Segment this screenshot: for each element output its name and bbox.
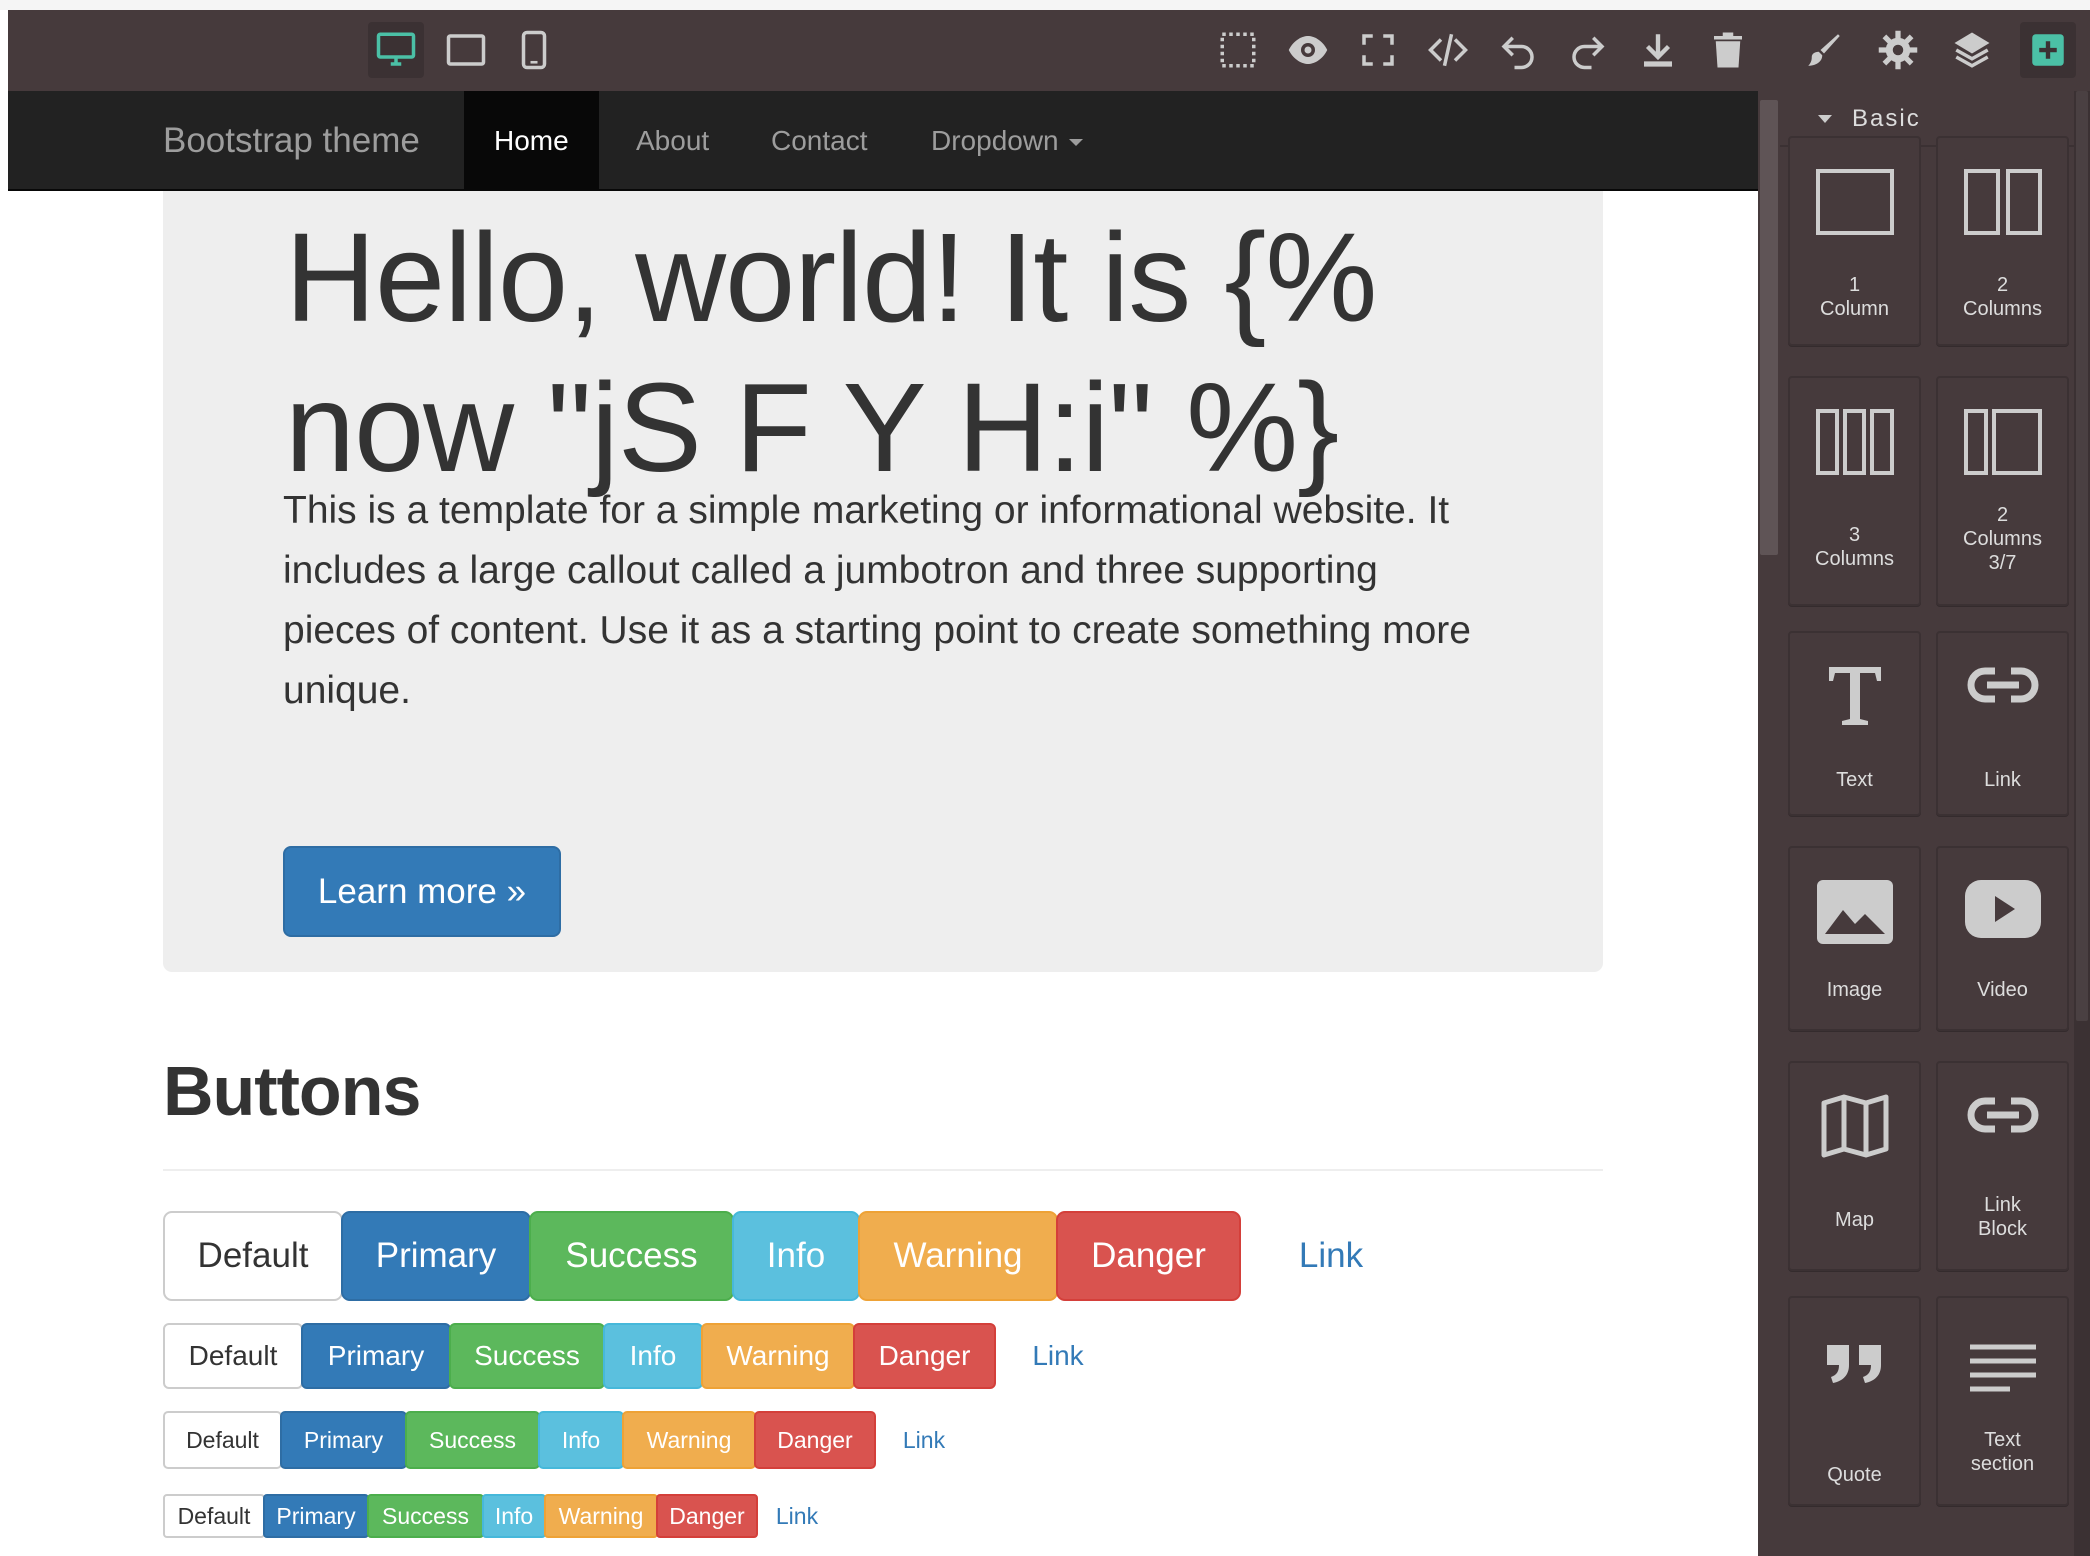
default-button[interactable]: Default (163, 1411, 282, 1469)
block-text[interactable]: Text (1788, 631, 1921, 816)
preview-icon[interactable] (1280, 22, 1336, 78)
block-label: Link (1984, 769, 2021, 791)
editor-window: Bootstrap theme Home About Contact Dropd… (0, 0, 2090, 1556)
block-label: 1 Column (1820, 274, 1889, 320)
section-divider (163, 1169, 1603, 1171)
block-image[interactable]: Image (1788, 846, 1921, 1031)
buttons-heading: Buttons (163, 1052, 421, 1130)
block-label: Video (1977, 979, 2028, 1001)
warning-button[interactable]: Warning (544, 1494, 658, 1538)
editor-toolbar (8, 10, 2090, 91)
nav-link-label: About (636, 125, 710, 156)
caret-down-icon (1818, 115, 1832, 123)
primary-button[interactable]: Primary (301, 1323, 451, 1389)
info-button[interactable]: Info (732, 1211, 860, 1301)
fullscreen-icon[interactable] (1350, 22, 1406, 78)
block-label: 3 Columns (1815, 524, 1894, 570)
export-code-icon[interactable] (1420, 22, 1476, 78)
success-button[interactable]: Success (405, 1411, 540, 1469)
block-label: Map (1835, 1209, 1874, 1231)
primary-button[interactable]: Primary (263, 1494, 369, 1538)
nav-link-dropdown[interactable]: Dropdown (901, 91, 1113, 191)
nav-link-about[interactable]: About (606, 91, 739, 191)
nav-link-label: Dropdown (931, 125, 1059, 156)
blocks-panel: Basic 1 Column 2 Columns 3 Columns 2 Column… (1780, 91, 2074, 1556)
block-label: Quote (1827, 1464, 1882, 1486)
block-map[interactable]: Map (1788, 1061, 1921, 1271)
block-label: Text (1836, 769, 1873, 791)
info-button[interactable]: Info (538, 1411, 624, 1469)
block-label: 2 Columns (1963, 274, 2042, 320)
block-category-label: Basic (1852, 105, 1921, 132)
sw-visibility-icon[interactable] (1210, 22, 1266, 78)
block-label: 2 Columns 3/7 (1963, 504, 2042, 574)
redo-icon[interactable] (1560, 22, 1616, 78)
danger-button[interactable]: Danger (853, 1323, 996, 1389)
link-button[interactable]: Link (762, 1494, 832, 1538)
learn-more-button[interactable]: Learn more » (283, 846, 561, 937)
nav-link-label: Home (494, 125, 569, 156)
info-button[interactable]: Info (603, 1323, 703, 1389)
desktop-icon[interactable] (368, 22, 424, 78)
undo-icon[interactable] (1490, 22, 1546, 78)
canvas-scrollbar-thumb[interactable] (1760, 100, 1778, 555)
default-button[interactable]: Default (163, 1211, 343, 1301)
panel-scrollbar-thumb[interactable] (2076, 91, 2088, 1021)
settings-icon[interactable] (1870, 22, 1926, 78)
default-button[interactable]: Default (163, 1494, 265, 1538)
block-three-columns[interactable]: 3 Columns (1788, 376, 1921, 606)
jumbotron-text: This is a template for a simple marketin… (283, 489, 1471, 712)
style-manager-icon[interactable] (1796, 22, 1852, 78)
block-label: Text section (1970, 1429, 2035, 1475)
block-one-column[interactable]: 1 Column (1788, 136, 1921, 346)
jumbotron-title: Hello, world! It is {% now "jS F Y H:i" … (285, 207, 1377, 498)
success-button[interactable]: Success (529, 1211, 734, 1301)
primary-button[interactable]: Primary (280, 1411, 407, 1469)
mobile-icon[interactable] (506, 22, 562, 78)
jumbotron: Hello, world! It is {% now "jS F Y H:i" … (163, 191, 1603, 972)
warning-button[interactable]: Warning (622, 1411, 756, 1469)
layer-manager-icon[interactable] (1944, 22, 2000, 78)
add-block-icon[interactable] (2020, 22, 2076, 78)
block-two-columns[interactable]: 2 Columns (1936, 136, 2069, 346)
download-icon[interactable] (1630, 22, 1686, 78)
success-button[interactable]: Success (367, 1494, 484, 1538)
block-two-columns-37[interactable]: 2 Columns 3/7 (1936, 376, 2069, 606)
danger-button[interactable]: Danger (1056, 1211, 1241, 1301)
block-text-section[interactable]: Text section (1936, 1296, 2069, 1506)
info-button[interactable]: Info (482, 1494, 546, 1538)
block-video[interactable]: Video (1936, 846, 2069, 1031)
danger-button[interactable]: Danger (656, 1494, 758, 1538)
block-link[interactable]: Link (1936, 631, 2069, 816)
block-quote[interactable]: Quote (1788, 1296, 1921, 1506)
default-button[interactable]: Default (163, 1323, 303, 1389)
block-link-block[interactable]: Link Block (1936, 1061, 2069, 1271)
tablet-icon[interactable] (438, 22, 494, 78)
trash-icon[interactable] (1700, 22, 1756, 78)
editor-canvas[interactable]: Bootstrap theme Home About Contact Dropd… (8, 91, 1758, 1556)
nav-link-label: Contact (771, 125, 868, 156)
warning-button[interactable]: Warning (858, 1211, 1058, 1301)
nav-link-contact[interactable]: Contact (741, 91, 898, 191)
window-top-edge (0, 0, 2090, 10)
primary-button[interactable]: Primary (341, 1211, 531, 1301)
block-label: Link Block (1978, 1194, 2027, 1240)
link-button[interactable]: Link (1261, 1211, 1401, 1301)
navbar-brand[interactable]: Bootstrap theme (163, 91, 420, 191)
warning-button[interactable]: Warning (701, 1323, 855, 1389)
nav-link-home[interactable]: Home (464, 91, 599, 191)
success-button[interactable]: Success (449, 1323, 605, 1389)
block-label: Image (1826, 979, 1883, 1001)
danger-button[interactable]: Danger (754, 1411, 876, 1469)
site-navbar: Bootstrap theme Home About Contact Dropd… (8, 91, 1758, 191)
link-button[interactable]: Link (884, 1411, 964, 1469)
link-button[interactable]: Link (1008, 1323, 1108, 1389)
caret-down-icon (1068, 139, 1083, 147)
